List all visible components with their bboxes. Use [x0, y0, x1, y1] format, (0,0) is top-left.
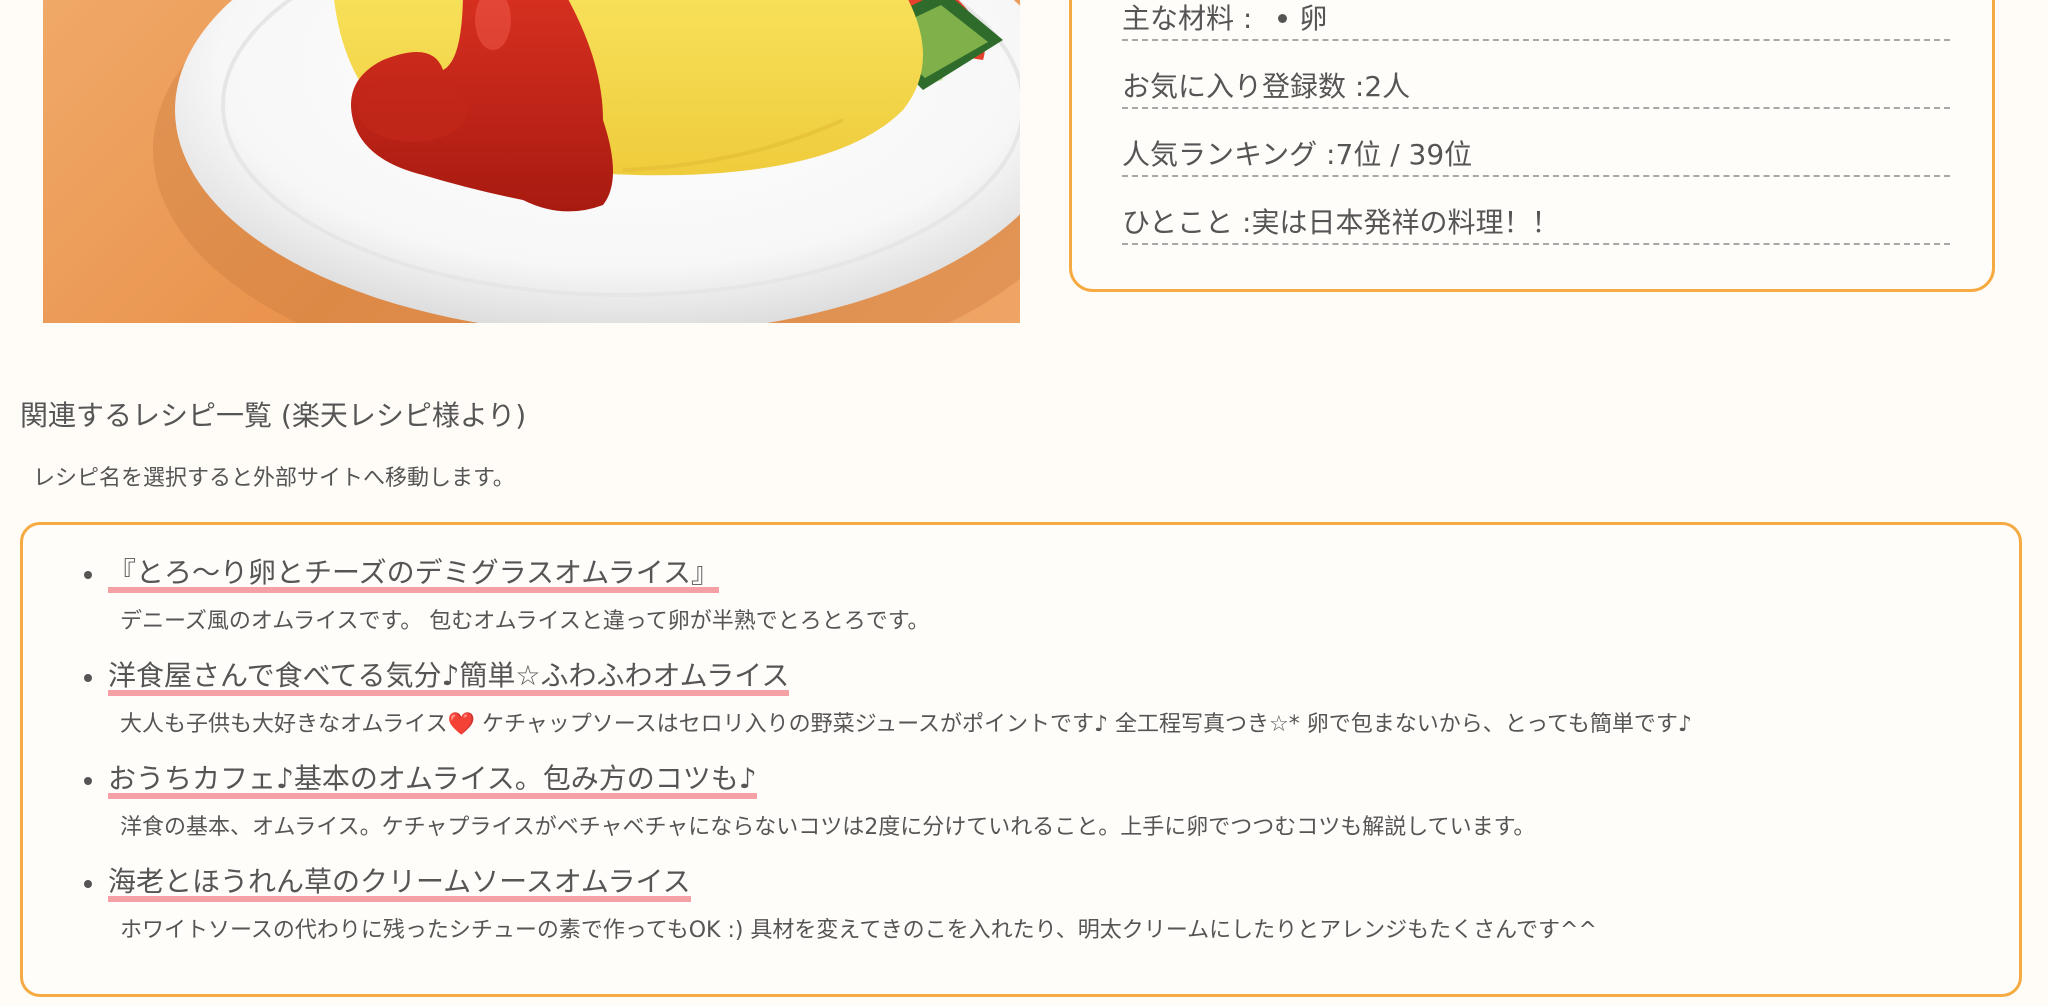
recipe-description: 大人も子供も大好きなオムライス❤️ ケチャップソースはセロリ入りの野菜ジュースが…: [120, 712, 1692, 737]
favorites-value: 2人: [1364, 70, 1411, 103]
recipe-link[interactable]: 洋食屋さんで食べてる気分♪簡単☆ふわふわオムライス: [108, 658, 790, 696]
recipe-description: デニーズ風のオムライスです。 包むオムライスと違って卵が半熟でとろとろです。: [120, 609, 930, 634]
recipe-detail-page: 主な材料 : 卵 お気に入り登録数 :2人 人気ランキング :7位 / 39位 ひ…: [0, 0, 2048, 1006]
bullet-icon: [84, 571, 92, 579]
ranking-row: 人気ランキング :7位 / 39位: [1122, 135, 1950, 177]
bullet-icon: [84, 674, 92, 682]
ranking-value: 7位 / 39位: [1335, 138, 1473, 171]
ranking-label: 人気ランキング :: [1122, 138, 1336, 171]
favorites-row: お気に入り登録数 :2人: [1122, 67, 1950, 109]
related-recipes-list: 『とろ〜り卵とチーズのデミグラスオムライス』 デニーズ風のオムライスです。 包む…: [20, 522, 2022, 997]
recipe-link[interactable]: おうちカフェ♪基本のオムライス。包み方のコツも♪: [108, 761, 757, 799]
recipe-link[interactable]: 海老とほうれん草のクリームソースオムライス: [108, 864, 691, 902]
favorites-label: お気に入り登録数 :: [1122, 70, 1365, 103]
ingredients-label: 主な材料 :: [1122, 2, 1253, 35]
comment-label: ひとこと :: [1122, 206, 1252, 239]
ingredients-row: 主な材料 : 卵: [1122, 0, 1950, 41]
related-recipes-heading: 関連するレシピ一覧 (楽天レシピ様より): [20, 399, 527, 432]
recipe-info-card: 主な材料 : 卵 お気に入り登録数 :2人 人気ランキング :7位 / 39位 ひ…: [1069, 0, 1995, 292]
omurice-illustration: [153, 0, 1020, 323]
recipe-photo: [43, 0, 1020, 323]
recipe-description: ホワイトソースの代わりに残ったシチューの素で作ってもOK :) 具材を変えてきの…: [120, 918, 1597, 943]
related-recipes-note: レシピ名を選択すると外部サイトへ移動します。: [33, 466, 515, 491]
comment-value: 実は日本発祥の料理！！: [1251, 206, 1560, 239]
bullet-icon: [1278, 13, 1288, 23]
comment-row: ひとこと :実は日本発祥の料理！！: [1122, 203, 1950, 245]
ingredients-value: 卵: [1299, 2, 1328, 35]
bullet-icon: [84, 777, 92, 785]
recipe-description: 洋食の基本、オムライス。ケチャプライスがベチャベチャにならないコツは2度に分けて…: [120, 815, 1536, 840]
bullet-icon: [84, 880, 92, 888]
recipe-link[interactable]: 『とろ〜り卵とチーズのデミグラスオムライス』: [108, 555, 719, 593]
